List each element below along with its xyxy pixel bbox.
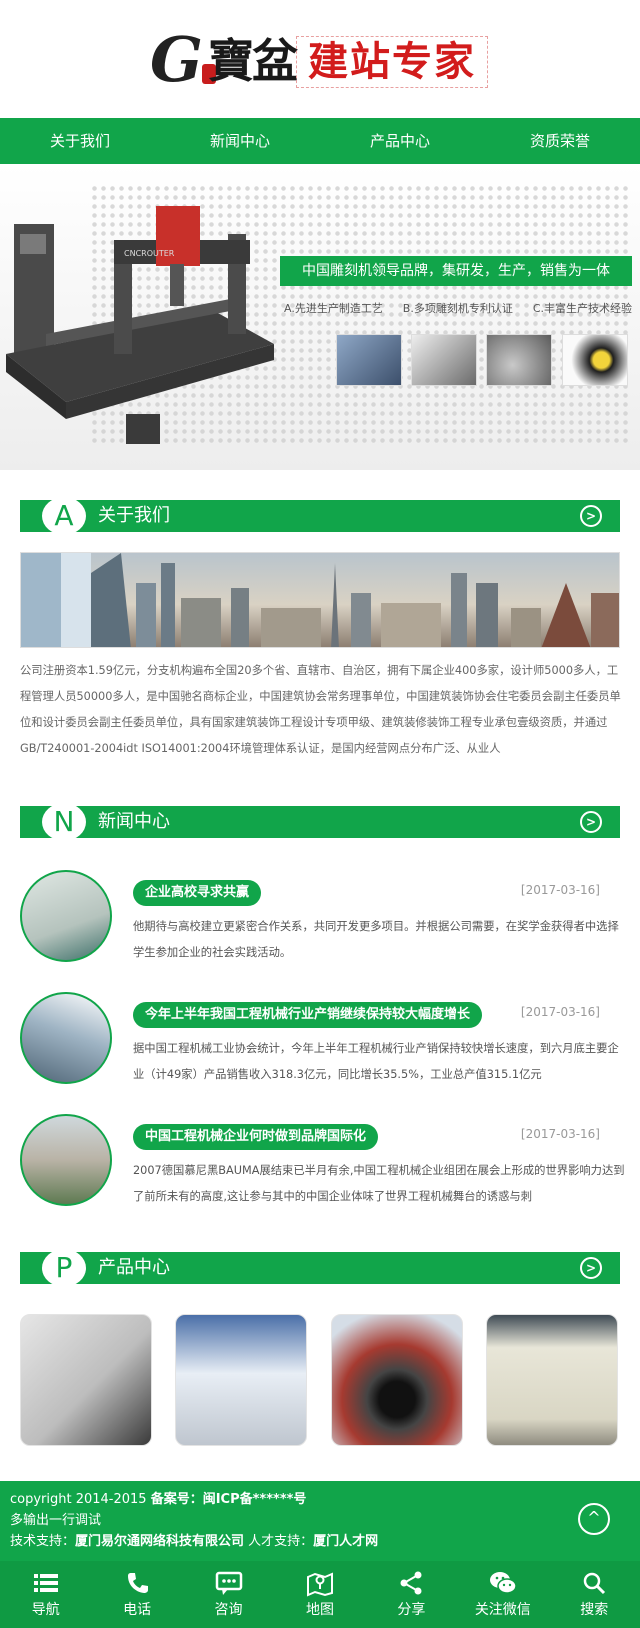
news-date: [2017-03-16] <box>520 1005 600 1019</box>
nav-item-products[interactable]: 产品中心 <box>320 118 480 164</box>
footer-icp: 备案号：闽ICP备******号 <box>150 1492 307 1507</box>
banner-thumb-1[interactable] <box>336 334 402 386</box>
footer-debug-line: 多输出一行调试 <box>10 1513 102 1528</box>
section-title-text: 关于我们 <box>98 505 170 526</box>
section-title-about[interactable]: A 关于我们 > <box>20 497 620 535</box>
section-letter-badge: A <box>42 497 86 535</box>
bottom-label: 地图 <box>305 1602 334 1618</box>
site-header: G 寶盆 建站专家 <box>0 0 640 118</box>
logo-brand-text: 寶盆 <box>208 34 298 88</box>
section-title-text: 新闻中心 <box>98 811 170 832</box>
bottom-label: 咨询 <box>214 1602 243 1618</box>
section-title-text: 产品中心 <box>98 1257 170 1278</box>
footer-talent-label: 人才支持： <box>244 1534 314 1549</box>
banner-thumb-3[interactable] <box>486 334 552 386</box>
bottom-phone-button[interactable]: 电话 <box>91 1561 182 1628</box>
footer-copyright: copyright 2014-2015 <box>10 1492 151 1507</box>
chevron-right-icon[interactable]: > <box>580 811 602 833</box>
section-letter-badge: P <box>42 1249 86 1287</box>
banner-thumb-2[interactable] <box>411 334 477 386</box>
about-city-skyline-image <box>20 552 620 648</box>
site-footer: copyright 2014-2015 备案号：闽ICP备******号 多输出… <box>0 1481 640 1561</box>
chevron-right-icon[interactable]: > <box>580 1257 602 1279</box>
banner-point-b: B.多项雕刻机专利认证 <box>402 302 513 315</box>
bottom-action-bar: 导航 电话 咨询 地图 分享 关注微信 搜索 <box>0 1561 640 1628</box>
main-nav: 关于我们 新闻中心 产品中心 资质荣誉 <box>0 118 640 164</box>
news-list-item[interactable]: 中国工程机械企业何时做到品牌国际化 [2017-03-16] 2007德国慕尼黑… <box>20 1114 625 1214</box>
nav-item-honors[interactable]: 资质荣誉 <box>480 118 640 164</box>
phone-icon <box>128 1573 149 1593</box>
wechat-icon <box>489 1572 517 1594</box>
banner-feature-points: A.先进生产制造工艺 B.多项雕刻机专利认证 C.丰富生产技术经验 <box>284 300 640 316</box>
news-summary: 他期待与高校建立更紧密合作关系，共同开发更多项目。并根据公司需要，在奖学金获得者… <box>133 920 619 959</box>
news-summary: 据中国工程机械工业协会统计，今年上半年工程机械行业产销保持较快增长速度，到六月底… <box>133 1042 619 1081</box>
footer-copyright-line: copyright 2014-2015 备案号：闽ICP备******号 <box>10 1489 640 1510</box>
news-list-item[interactable]: 企业高校寻求共赢 [2017-03-16] 他期待与高校建立更紧密合作关系，共同… <box>20 870 620 970</box>
bottom-wechat-button[interactable]: 关注微信 <box>457 1561 548 1628</box>
news-title[interactable]: 中国工程机械企业何时做到品牌国际化 <box>133 1124 379 1150</box>
site-logo[interactable]: G 寶盆 建站专家 <box>150 28 490 92</box>
footer-support-line: 技术支持：厦门易尔通网络科技有限公司 人才支持：厦门人才网 <box>10 1531 640 1552</box>
city-skyline-illustration <box>21 553 619 647</box>
bottom-search-button[interactable]: 搜索 <box>549 1561 640 1628</box>
nav-item-news[interactable]: 新闻中心 <box>160 118 320 164</box>
news-thumbnail[interactable] <box>20 992 112 1084</box>
nav-item-about[interactable]: 关于我们 <box>0 118 160 164</box>
chat-icon <box>215 1571 242 1595</box>
search-icon <box>583 1572 606 1595</box>
banner-thumbnails <box>336 334 636 386</box>
news-date: [2017-03-16] <box>520 883 600 897</box>
bottom-label: 导航 <box>31 1602 60 1618</box>
banner-point-c: C.丰富生产技术经验 <box>532 302 632 315</box>
cnc-machine-image: CNCROUTER <box>6 206 274 444</box>
section-letter-badge: N <box>42 803 86 841</box>
hero-banner[interactable]: CNCROUTER 中国雕刻机领导品牌，集研发，生产，销售为一体 A.先进生产制… <box>0 164 640 470</box>
bottom-label: 电话 <box>123 1602 152 1618</box>
logo-mark: G <box>150 23 203 96</box>
news-title[interactable]: 今年上半年我国工程机械行业产销继续保持较大幅度增长 <box>133 1002 483 1028</box>
news-title[interactable]: 企业高校寻求共赢 <box>133 880 262 906</box>
machine-brand-label: CNCROUTER <box>124 249 175 258</box>
product-card[interactable] <box>331 1314 463 1446</box>
chevron-right-icon[interactable]: > <box>580 505 602 527</box>
about-description: 公司注册资本1.59亿元，分支机构遍布全国20多个省、直辖市、自治区，拥有下属企… <box>20 664 621 755</box>
bottom-consult-button[interactable]: 咨询 <box>183 1561 274 1628</box>
news-summary: 2007德国慕尼黑BAUMA展结束已半月有余,中国工程机械企业组团在展会上形成的… <box>133 1164 625 1203</box>
banner-slogan: 中国雕刻机领导品牌，集研发，生产，销售为一体 <box>280 256 632 286</box>
section-title-news[interactable]: N 新闻中心 > <box>20 803 620 841</box>
news-date: [2017-03-16] <box>520 1127 600 1141</box>
bottom-label: 搜索 <box>580 1602 609 1618</box>
product-card[interactable] <box>175 1314 307 1446</box>
news-list-item[interactable]: 今年上半年我国工程机械行业产销继续保持较大幅度增长 [2017-03-16] 据… <box>20 992 620 1092</box>
product-card[interactable] <box>20 1314 152 1446</box>
product-card[interactable] <box>486 1314 618 1446</box>
bottom-share-button[interactable]: 分享 <box>366 1561 457 1628</box>
bottom-nav-button[interactable]: 导航 <box>0 1561 91 1628</box>
footer-support-company[interactable]: 厦门易尔通网络科技有限公司 <box>75 1534 244 1549</box>
bottom-label: 分享 <box>397 1602 426 1618</box>
back-to-top-icon[interactable]: ^ <box>578 1503 610 1535</box>
bottom-label: 关注微信 <box>474 1602 531 1618</box>
section-title-products[interactable]: P 产品中心 > <box>20 1249 620 1287</box>
logo-tagline: 建站专家 <box>308 38 476 85</box>
footer-talent-link[interactable]: 厦门人才网 <box>313 1534 378 1549</box>
banner-point-a: A.先进生产制造工艺 <box>284 302 383 315</box>
share-icon <box>400 1571 422 1595</box>
footer-support-label: 技术支持： <box>10 1534 76 1549</box>
list-icon <box>33 1574 58 1592</box>
banner-thumb-4[interactable] <box>562 334 628 386</box>
product-gallery <box>20 1314 620 1446</box>
bottom-map-button[interactable]: 地图 <box>274 1561 365 1628</box>
news-thumbnail[interactable] <box>20 1114 112 1206</box>
news-thumbnail[interactable] <box>20 870 112 962</box>
logo-tagline-box: 建站专家 <box>296 36 488 88</box>
map-icon <box>306 1572 333 1597</box>
